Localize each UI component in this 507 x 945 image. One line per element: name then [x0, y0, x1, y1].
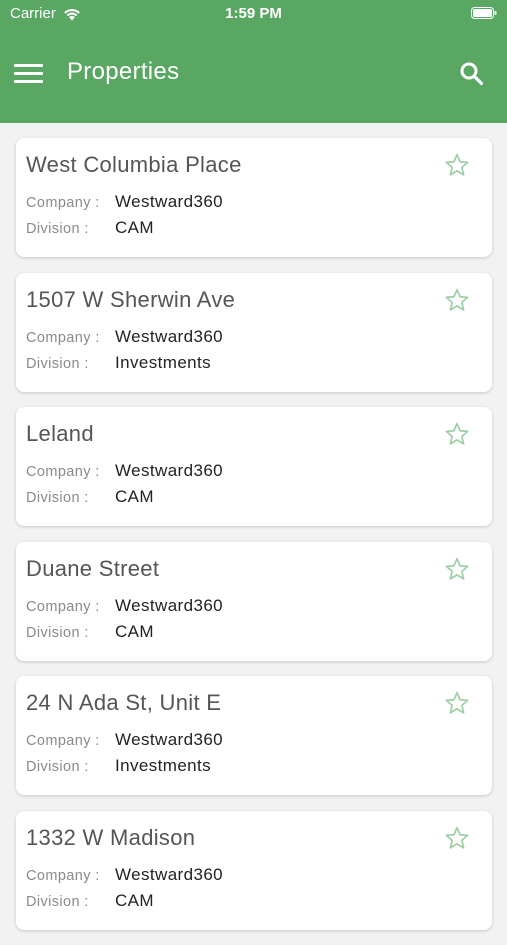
- star-outline-icon[interactable]: [444, 421, 470, 447]
- company-label: Company :: [26, 598, 100, 615]
- division-value: CAM: [115, 890, 154, 910]
- company-value: Westward360: [115, 461, 224, 480]
- property-card[interactable]: Leland Company : Westward360 Division : …: [16, 407, 492, 526]
- search-icon[interactable]: [459, 61, 485, 87]
- company-value: Westward360: [115, 326, 224, 346]
- company-value: Westward360: [115, 730, 224, 749]
- star-outline-icon[interactable]: [444, 556, 470, 582]
- company-value: Westward360: [115, 192, 224, 211]
- company-label: Company :: [26, 195, 100, 211]
- division-label: Division :: [26, 624, 89, 641]
- property-name: 1507 W Sherwin Ave: [26, 286, 236, 312]
- division-value: CAM: [115, 621, 154, 641]
- company-row: Company : Westward360: [26, 730, 223, 750]
- property-card[interactable]: 1507 W Sherwin Ave Company : Westward360…: [16, 272, 492, 392]
- property-card[interactable]: Duane Street Company : Westward360 Divis…: [16, 541, 492, 661]
- division-label: Division :: [26, 355, 89, 372]
- company-label: Company :: [26, 329, 100, 346]
- property-name: West Columbia Place: [26, 152, 242, 177]
- star-outline-icon[interactable]: [444, 690, 470, 716]
- page-title: Properties: [67, 58, 180, 85]
- division-value: Investments: [115, 756, 212, 775]
- company-row: Company : Westward360: [26, 865, 223, 885]
- company-label: Company :: [26, 733, 100, 749]
- star-outline-icon[interactable]: [444, 287, 470, 313]
- company-row: Company : Westward360: [26, 596, 223, 616]
- company-row: Company : Westward360: [26, 192, 223, 212]
- property-card[interactable]: 24 N Ada St, Unit E Company : Westward36…: [16, 676, 492, 795]
- star-outline-icon[interactable]: [444, 152, 470, 178]
- app-header: Carrier 1:59 PM Properties: [0, 0, 507, 123]
- property-name: 24 N Ada St, Unit E: [26, 690, 222, 715]
- company-label: Company :: [26, 464, 100, 480]
- division-row: Division : Investments: [26, 353, 211, 373]
- division-row: Division : CAM: [26, 218, 154, 238]
- company-label: Company :: [26, 867, 100, 884]
- division-row: Division : CAM: [26, 622, 154, 642]
- property-card[interactable]: 1332 W Madison Company : Westward360 Div…: [16, 810, 492, 930]
- company-row: Company : Westward360: [26, 327, 223, 347]
- division-label: Division :: [26, 759, 89, 775]
- star-outline-icon[interactable]: [444, 825, 470, 851]
- company-value: Westward360: [115, 864, 224, 884]
- property-list: West Columbia Place Company : Westward36…: [16, 138, 492, 945]
- division-row: Division : CAM: [26, 487, 154, 507]
- property-name: 1332 W Madison: [26, 824, 196, 850]
- division-label: Division :: [26, 221, 89, 237]
- property-name: Leland: [26, 421, 94, 446]
- property-card[interactable]: West Columbia Place Company : Westward36…: [16, 138, 492, 257]
- company-value: Westward360: [115, 595, 224, 615]
- division-value: CAM: [115, 218, 154, 237]
- app-bar: Properties: [0, 46, 507, 102]
- status-time: 1:59 PM: [225, 5, 282, 22]
- division-row: Division : CAM: [26, 891, 154, 911]
- property-name: Duane Street: [26, 555, 160, 581]
- division-label: Division :: [26, 893, 89, 910]
- battery-icon: [471, 7, 497, 19]
- hamburger-menu-icon[interactable]: [14, 61, 44, 83]
- status-bar: Carrier 1:59 PM: [0, 0, 507, 28]
- division-row: Division : Investments: [26, 756, 211, 776]
- division-label: Division :: [26, 490, 89, 506]
- company-row: Company : Westward360: [26, 461, 223, 481]
- division-value: Investments: [115, 352, 212, 372]
- division-value: CAM: [115, 487, 154, 506]
